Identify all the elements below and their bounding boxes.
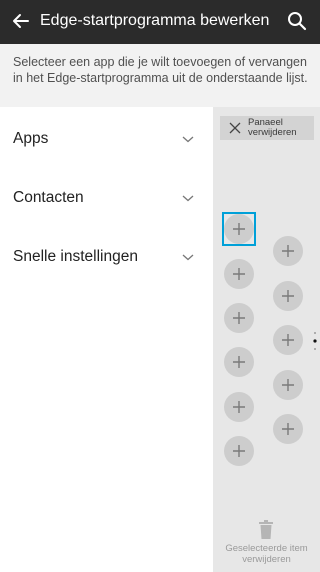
app-slot[interactable] xyxy=(224,436,254,466)
edge-handle-icon[interactable] xyxy=(312,330,318,354)
plus-icon xyxy=(233,268,245,280)
app-slot[interactable] xyxy=(273,370,303,400)
remove-panel-label: Panaeel verwijderen xyxy=(248,117,297,138)
page-title: Edge-startprogramma bewerken xyxy=(40,12,270,29)
app-slot[interactable] xyxy=(224,347,254,377)
plus-icon xyxy=(233,445,245,457)
plus-icon xyxy=(282,379,294,391)
category-quick-settings[interactable]: Snelle instellingen xyxy=(0,238,213,278)
app-slot[interactable] xyxy=(273,236,303,266)
category-apps[interactable]: Apps xyxy=(0,120,213,160)
category-label: Apps xyxy=(13,130,49,147)
app-slot[interactable] xyxy=(273,281,303,311)
plus-icon xyxy=(233,312,245,324)
instruction-text: Selecteer een app die je wilt toevoegen … xyxy=(0,44,320,107)
plus-icon xyxy=(282,290,294,302)
app-slot[interactable] xyxy=(224,214,254,244)
edge-panel xyxy=(213,107,320,572)
plus-icon xyxy=(233,356,245,368)
app-bar: Edge-startprogramma bewerken xyxy=(0,0,320,44)
app-slot[interactable] xyxy=(224,259,254,289)
plus-icon xyxy=(282,245,294,257)
chevron-down-icon xyxy=(182,136,194,143)
arrow-left-icon[interactable] xyxy=(10,10,32,32)
plus-icon xyxy=(233,223,245,235)
category-label: Snelle instellingen xyxy=(13,248,138,265)
delete-selected-button[interactable]: Geselecteerde item verwijderen xyxy=(213,520,320,572)
category-contacts[interactable]: Contacten xyxy=(0,179,213,219)
search-icon[interactable] xyxy=(286,10,308,32)
category-label: Contacten xyxy=(13,189,84,206)
app-slot[interactable] xyxy=(224,392,254,422)
app-slot[interactable] xyxy=(273,325,303,355)
chevron-down-icon xyxy=(182,195,194,202)
plus-icon xyxy=(282,423,294,435)
remove-panel-button[interactable]: Panaeel verwijderen xyxy=(220,116,314,140)
trash-icon xyxy=(259,520,273,539)
plus-icon xyxy=(282,334,294,346)
plus-icon xyxy=(233,401,245,413)
chevron-down-icon xyxy=(182,254,194,261)
close-icon xyxy=(229,122,241,134)
app-slot[interactable] xyxy=(273,414,303,444)
delete-selected-label: Geselecteerde item verwijderen xyxy=(225,543,308,565)
app-slot[interactable] xyxy=(224,303,254,333)
